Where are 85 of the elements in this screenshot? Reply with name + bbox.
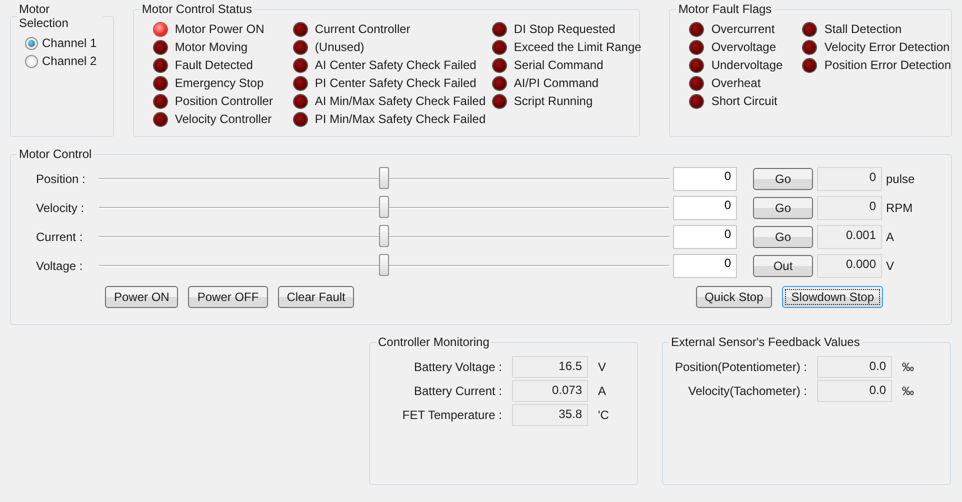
- stop-button[interactable]: Quick Stop: [696, 286, 772, 308]
- go-button[interactable]: Go: [753, 226, 813, 248]
- status-label: Velocity Error Detection: [824, 40, 950, 54]
- status-label: (Unused): [314, 40, 364, 54]
- status-label: Position Error Detection: [824, 58, 952, 72]
- slider-thumb[interactable]: [379, 167, 389, 189]
- stop-button[interactable]: Slowdown Stop: [782, 286, 883, 308]
- unit-label: ‰: [902, 360, 915, 374]
- status-label: Motor Power ON: [174, 22, 264, 36]
- status-label: Exceed the Limit Range: [514, 40, 642, 54]
- readout-field: 0: [817, 167, 882, 191]
- status-label: Overcurrent: [711, 22, 775, 36]
- value-field: 16.5: [512, 356, 588, 378]
- status-label: Short Circuit: [711, 94, 778, 108]
- unit-label: ‰: [902, 384, 915, 398]
- field-label: Position :: [36, 172, 86, 186]
- field-label: FET Temperature :: [401, 408, 502, 422]
- field-label: Voltage :: [36, 259, 84, 273]
- radio-circle[interactable]: [25, 36, 38, 50]
- status-label: PI Min/Max Safety Check Failed: [314, 112, 486, 126]
- slider-thumb[interactable]: [379, 196, 389, 218]
- slider-thumb[interactable]: [379, 225, 389, 247]
- field-label: Position(Potentiometer) :: [674, 360, 807, 374]
- power-button[interactable]: Clear Fault: [278, 286, 354, 308]
- status-label: Overvoltage: [711, 40, 776, 54]
- input-field[interactable]: 0: [673, 167, 737, 191]
- slider[interactable]: [99, 167, 669, 191]
- unit-label: A: [598, 384, 608, 398]
- field-label: Velocity :: [36, 201, 86, 215]
- radio-label[interactable]: Channel 1: [42, 36, 97, 50]
- unit-label: pulse: [886, 172, 916, 186]
- field-label: Velocity(Tachometer) :: [687, 384, 807, 398]
- status-label: Motor Moving: [174, 40, 248, 54]
- readout-field: 0.001: [817, 225, 882, 249]
- group-title: Motor Selection: [18, 2, 70, 30]
- status-label: Serial Command: [514, 58, 604, 72]
- value-field: 0.073: [512, 380, 588, 402]
- status-label: DI Stop Requested: [514, 22, 616, 36]
- input-field[interactable]: 0: [673, 225, 737, 249]
- readout-field: 0: [817, 196, 882, 220]
- group-title: Motor Control Status: [140, 2, 253, 16]
- group-title: Motor Fault Flags: [677, 2, 773, 16]
- status-label: Fault Detected: [174, 58, 253, 72]
- radio-circle[interactable]: [25, 54, 38, 68]
- value-field: 35.8: [512, 404, 588, 426]
- slider[interactable]: [99, 196, 669, 220]
- status-label: Emergency Stop: [174, 76, 264, 90]
- unit-label: A: [886, 230, 896, 244]
- input-field[interactable]: 0: [673, 254, 737, 278]
- go-button[interactable]: Go: [753, 197, 813, 219]
- input-field[interactable]: 0: [673, 196, 737, 220]
- value-field: 0.0: [817, 356, 892, 378]
- status-label: PI Center Safety Check Failed: [314, 76, 476, 90]
- status-label: Stall Detection: [824, 22, 902, 36]
- slider[interactable]: [99, 225, 669, 249]
- go-button[interactable]: Go: [753, 168, 813, 190]
- group-title: Motor Control: [18, 147, 93, 161]
- status-label: Position Controller: [174, 94, 273, 108]
- slider-thumb[interactable]: [379, 254, 389, 276]
- unit-label: V: [886, 259, 896, 273]
- status-label: Overheat: [711, 76, 761, 90]
- power-button[interactable]: Power OFF: [188, 286, 268, 308]
- status-label: Script Running: [514, 94, 593, 108]
- power-button[interactable]: Power ON: [105, 286, 178, 308]
- status-label: AI Min/Max Safety Check Failed: [314, 94, 486, 108]
- slider[interactable]: [99, 254, 669, 278]
- status-label: Undervoltage: [711, 58, 783, 72]
- radio-button[interactable]: Channel 1: [25, 36, 103, 50]
- value-field: 0.0: [817, 380, 892, 402]
- unit-label: V: [598, 360, 608, 374]
- readout-field: 0.000: [817, 254, 882, 278]
- unit-label: RPM: [886, 201, 914, 215]
- field-label: Battery Current :: [412, 384, 502, 398]
- radio-label[interactable]: Channel 2: [42, 54, 97, 68]
- status-label: Velocity Controller: [174, 112, 272, 126]
- unit-label: 'C: [598, 408, 610, 422]
- radio-button[interactable]: Channel 2: [25, 54, 103, 68]
- status-label: AI/PI Command: [514, 76, 599, 90]
- field-label: Current :: [36, 230, 84, 244]
- group-title: External Sensor's Feedback Values: [670, 335, 861, 349]
- go-button[interactable]: Out: [753, 255, 813, 277]
- field-label: Battery Voltage :: [412, 360, 502, 374]
- group-title: Controller Monitoring: [377, 335, 490, 349]
- status-label: Current Controller: [314, 22, 410, 36]
- status-label: AI Center Safety Check Failed: [314, 58, 476, 72]
